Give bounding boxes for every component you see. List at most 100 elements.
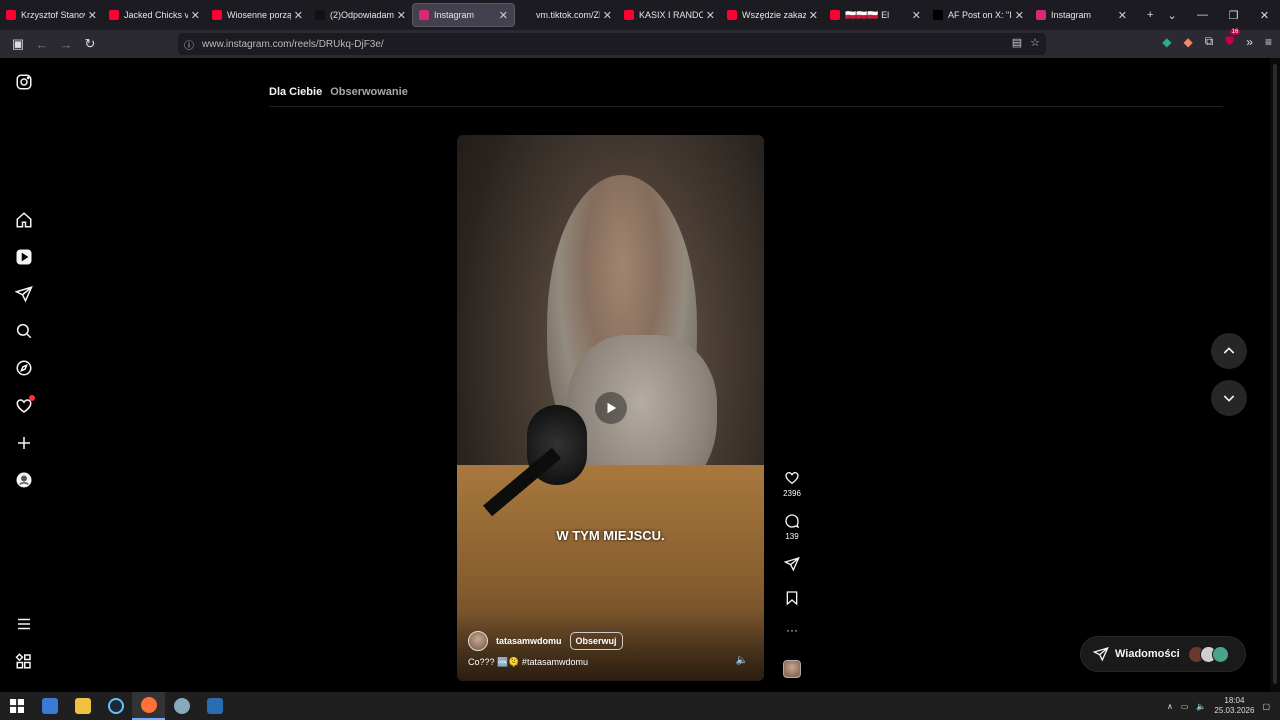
forward-icon[interactable]: → <box>54 32 78 56</box>
sidebar-toggle-icon[interactable]: ▣ <box>6 32 30 56</box>
tab-for-you[interactable]: Dla Ciebie <box>269 86 322 98</box>
tab-title: Wszędzie zakazy <box>742 10 806 20</box>
messages-button[interactable]: Wiadomości <box>1080 636 1246 672</box>
tab-close-icon[interactable]: ✕ <box>912 9 921 22</box>
tray-volume-icon[interactable]: 🔈 <box>1196 702 1206 711</box>
browser-tab[interactable]: Instagram ✕ <box>1030 0 1133 30</box>
mute-icon[interactable]: 🔈 <box>736 655 748 666</box>
tray-clock[interactable]: 18:04 25.03.2026 <box>1214 696 1254 716</box>
tray-network-icon[interactable]: ▭ <box>1181 702 1189 711</box>
browser-tab[interactable]: 🇵🇱🇵🇱🇵🇱 El ✕ <box>824 0 927 30</box>
browser-tab[interactable]: Jacked Chicks vs A✕ <box>103 0 206 30</box>
like-count: 2396 <box>783 489 801 498</box>
back-icon[interactable]: ← <box>30 32 54 56</box>
audio-avatar[interactable] <box>780 660 804 678</box>
video-subtitle: W TYM MIEJSCU. <box>556 528 665 543</box>
shield-extension-icon[interactable]: ◆ <box>1162 35 1171 49</box>
share-action <box>780 556 804 572</box>
taskbar-calculator[interactable] <box>198 692 231 720</box>
taskbar-file-explorer[interactable] <box>66 692 99 720</box>
close-window-icon[interactable]: ✕ <box>1249 0 1280 30</box>
tab-close-icon[interactable]: ✕ <box>499 9 508 22</box>
tab-list-icon[interactable]: ⌄ <box>1167 9 1176 22</box>
tab-following[interactable]: Obserwowanie <box>330 86 408 98</box>
chevron-down-icon <box>1223 395 1235 402</box>
tab-close-icon[interactable]: ✕ <box>294 9 303 22</box>
browser-tab[interactable]: Wszędzie zakazy ✕ <box>721 0 824 30</box>
browser-tab[interactable]: Instagram ✕ <box>412 3 515 27</box>
page-scrollbar[interactable] <box>1270 58 1280 692</box>
bookmark-star-icon[interactable]: ☆ <box>1030 36 1040 49</box>
like-heart-icon[interactable] <box>784 470 800 486</box>
tab-close-icon[interactable]: ✕ <box>1118 9 1127 22</box>
search-icon[interactable] <box>14 321 34 341</box>
comment-icon[interactable] <box>784 513 800 529</box>
tab-close-icon[interactable]: ✕ <box>706 9 715 22</box>
direct-send-icon[interactable] <box>14 284 34 304</box>
browser-tab[interactable]: (2)Odpowiadam D✕ <box>309 0 412 30</box>
browser-tab[interactable]: Krzysztof Stanowsk✕ <box>0 0 103 30</box>
more-menu-icon[interactable] <box>14 614 34 634</box>
previous-reel-button[interactable] <box>1211 333 1247 369</box>
menu-icon[interactable]: ≡ <box>1265 35 1272 49</box>
explore-compass-icon[interactable] <box>14 358 34 378</box>
restore-icon[interactable]: ❐ <box>1218 0 1249 30</box>
ublock-badge: 16 <box>1229 29 1241 35</box>
instagram-page: Dla Ciebie Obserwowanie W TYM MIEJSCU. t… <box>0 58 1280 692</box>
ellipsis-glyph: ··· <box>786 623 798 637</box>
minimize-icon[interactable]: — <box>1187 0 1218 30</box>
ublock-icon[interactable]: ⛊ 16 <box>1225 29 1241 49</box>
next-reel-button[interactable] <box>1211 380 1247 416</box>
tab-favicon-icon <box>315 10 325 20</box>
taskbar-steam[interactable] <box>99 692 132 720</box>
reader-view-icon[interactable]: ▤ <box>1012 36 1022 49</box>
tab-close-icon[interactable]: ✕ <box>88 9 97 22</box>
save-bookmark-icon[interactable] <box>784 590 800 606</box>
tab-favicon-icon <box>830 10 840 20</box>
new-tab-icon[interactable]: + <box>1147 9 1153 21</box>
tab-close-icon[interactable]: ✕ <box>809 9 818 22</box>
reel-video[interactable]: W TYM MIEJSCU. tatasamwdomu Obserwuj Co?… <box>457 135 764 681</box>
taskbar-app-monitor[interactable] <box>33 692 66 720</box>
system-tray: ∧ ▭ 🔈 18:04 25.03.2026 ▢ <box>1167 692 1280 720</box>
notifications-icon[interactable]: ▢ <box>1262 702 1270 711</box>
profile-avatar-icon[interactable] <box>14 470 34 490</box>
reload-icon[interactable]: ↻ <box>78 32 102 56</box>
also-from-meta-icon[interactable] <box>14 651 34 671</box>
browser-tab[interactable]: KASIX I RANDOM✕ <box>618 0 721 30</box>
tab-close-icon[interactable]: ✕ <box>603 9 612 22</box>
instagram-logo-icon[interactable] <box>14 72 34 92</box>
start-button[interactable] <box>0 692 33 720</box>
author-username[interactable]: tatasamwdomu <box>496 636 562 646</box>
taskbar-app-globe[interactable] <box>165 692 198 720</box>
tab-close-icon[interactable]: ✕ <box>397 9 406 22</box>
tray-chevron-icon[interactable]: ∧ <box>1167 702 1173 711</box>
site-info-icon[interactable]: ⓘ <box>184 37 194 52</box>
notifications-heart-icon[interactable] <box>14 395 35 416</box>
url-bar[interactable]: ⓘ www.instagram.com/reels/DRUkq-DjF3e/ ▤… <box>178 33 1046 55</box>
reels-feed-tabs: Dla Ciebie Obserwowanie <box>269 86 408 98</box>
save-action <box>780 590 804 606</box>
windows-logo-icon <box>9 699 24 713</box>
notification-dot <box>29 395 35 401</box>
extensions-icon[interactable]: ⧉ <box>1205 34 1214 49</box>
reels-icon[interactable] <box>14 247 34 267</box>
fox-extension-icon[interactable]: ◆ <box>1183 35 1192 49</box>
tab-close-icon[interactable]: ✕ <box>1015 9 1024 22</box>
more-tools-icon[interactable]: » <box>1246 35 1253 49</box>
follow-button[interactable]: Obserwuj <box>569 632 623 650</box>
taskbar-firefox[interactable] <box>132 692 165 720</box>
play-button[interactable] <box>595 392 627 424</box>
home-icon[interactable] <box>14 210 34 230</box>
author-avatar[interactable] <box>468 631 488 651</box>
more-options-icon[interactable]: ··· <box>780 623 804 637</box>
tab-close-icon[interactable]: ✕ <box>191 9 200 22</box>
tab-favicon-icon <box>521 10 531 20</box>
browser-tab[interactable]: vm.tiktok.com/ZNRQJ✕ <box>515 0 618 30</box>
reel-caption: Co??? 🆒🫠 #tatasamwdomu <box>468 657 588 667</box>
create-plus-icon[interactable] <box>14 433 34 453</box>
share-send-icon[interactable] <box>784 556 800 572</box>
scrollbar-thumb[interactable] <box>1273 64 1277 684</box>
browser-tab[interactable]: AF Post on X: "In t✕ <box>927 0 1030 30</box>
browser-tab[interactable]: Wiosenne porządki✕ <box>206 0 309 30</box>
